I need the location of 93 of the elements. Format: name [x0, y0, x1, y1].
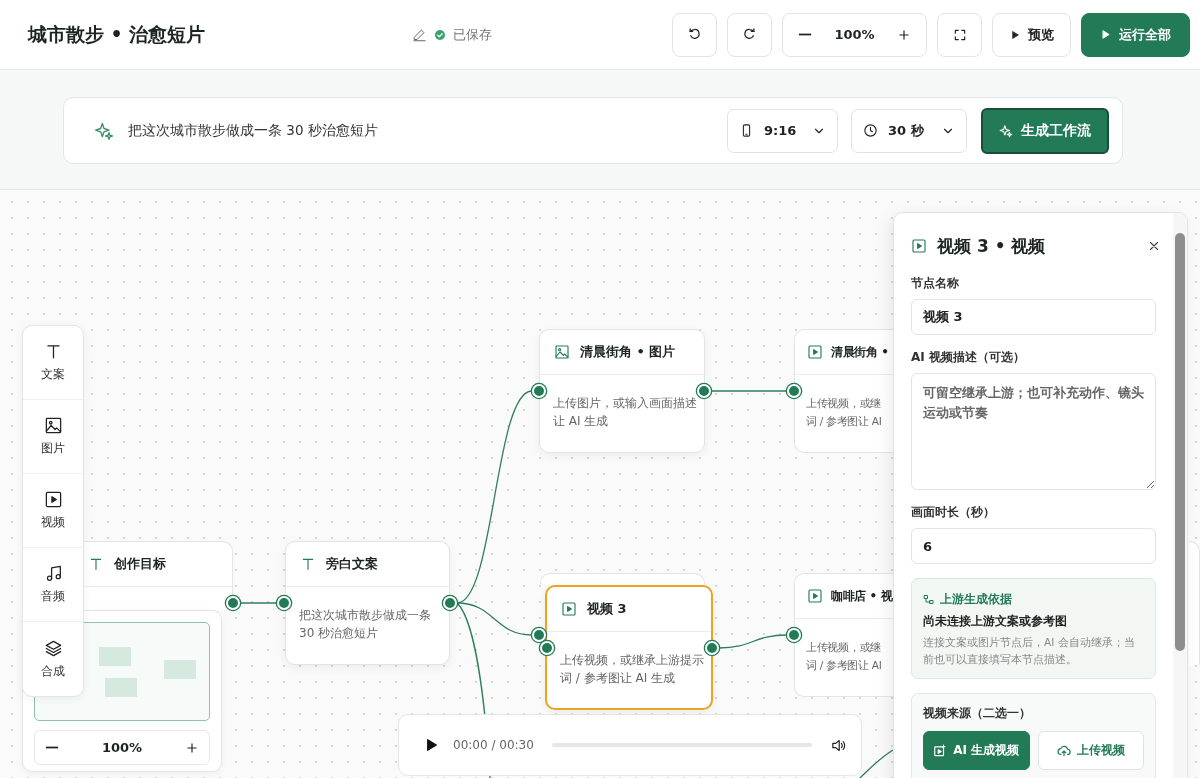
close-icon: [1147, 239, 1161, 253]
toolbox-item[interactable]: 文案: [23, 326, 83, 400]
video-play-icon: [911, 238, 927, 254]
check-circle-icon: [434, 28, 447, 41]
text-icon: [300, 556, 316, 572]
toolbox-item[interactable]: 合成: [23, 622, 83, 696]
save-status: 已保存: [453, 25, 493, 44]
upload-video-button[interactable]: 上传视频: [1037, 731, 1144, 770]
node-card[interactable]: 视频 3 上传视频，或继承上游提示 词 / 参考图让 AI 生成: [545, 585, 713, 710]
card-heading: 尚未连接上游文案或参考图: [923, 613, 1068, 630]
image-icon: [43, 416, 63, 435]
minus-icon: [798, 33, 812, 36]
node-title: 清晨街角 • 图片: [580, 343, 676, 361]
connector: [718, 634, 788, 649]
node-title: 视频 3: [587, 600, 627, 618]
scrollbar[interactable]: [1173, 213, 1187, 778]
port-handle[interactable]: [443, 596, 457, 610]
generate-workflow-button[interactable]: 生成工作流: [981, 107, 1109, 154]
description-field[interactable]: 可留空继承上游；也可补充动作、镜头运动或节奏: [911, 373, 1156, 490]
fullscreen-icon: [952, 27, 967, 42]
card-title: 视频来源（二选一）: [923, 705, 1032, 722]
node-card[interactable]: 创作目标: [83, 541, 233, 610]
minus-icon: [45, 746, 59, 749]
connector: [239, 602, 278, 604]
layers-icon: [43, 638, 63, 658]
text-icon: [88, 556, 104, 572]
video-sparkle-icon: [933, 743, 948, 758]
play-icon: [1100, 29, 1111, 40]
project-title: 城市散步 • 治愈短片: [28, 21, 207, 47]
zoom-level: 100%: [101, 740, 143, 755]
cloud-upload-icon: [1056, 743, 1071, 758]
sparkle-icon: [94, 120, 114, 141]
plus-icon: [185, 740, 199, 755]
node-description: 上传视频，或继 词 / 参考图让 AI: [805, 640, 883, 673]
port-handle[interactable]: [787, 628, 801, 642]
node-description: 上传视频，或继承上游提示 词 / 参考图让 AI 生成: [559, 652, 705, 687]
video-play-icon: [807, 344, 823, 360]
card-note: 连接文案或图片节点后，AI 会自动继承；当前也可以直接填写本节点描述。: [923, 635, 1136, 667]
toolbox-item[interactable]: 视频: [23, 474, 83, 548]
text-field[interactable]: 6: [911, 528, 1156, 564]
undo-icon: [687, 27, 702, 42]
node-title: 清晨街角 •: [831, 343, 889, 361]
play-icon: [1009, 29, 1020, 40]
port-handle[interactable]: [532, 384, 546, 398]
node-card[interactable]: 清晨街角 • 上传视频，或继 词 / 参考图让 AI: [794, 329, 893, 453]
toolbox-item[interactable]: 音频: [23, 548, 83, 622]
node-description: 上传视频，或继 词 / 参考图让 AI: [805, 396, 883, 429]
undo-button[interactable]: [672, 12, 717, 57]
panel-title: 视频 3 • 视频: [937, 234, 1047, 258]
close-button[interactable]: [1147, 239, 1161, 253]
port-handle[interactable]: [277, 596, 291, 610]
port-handle[interactable]: [787, 384, 801, 398]
preview-button[interactable]: 预览: [992, 12, 1071, 57]
port-handle[interactable]: [532, 628, 546, 642]
prompt-text[interactable]: 把这次城市散步做成一条 30 秒治愈短片: [128, 121, 378, 140]
port-handle[interactable]: [697, 384, 711, 398]
redo-icon: [742, 27, 757, 42]
node-card[interactable]: [1189, 541, 1200, 665]
redo-button[interactable]: [727, 12, 772, 57]
image-icon: [554, 344, 570, 360]
toolbox-item[interactable]: 图片: [23, 400, 83, 474]
field-label: 画面时长（秒）: [911, 504, 996, 521]
sparkle-icon: [999, 123, 1013, 138]
ai-generate-video-button[interactable]: AI 生成视频: [923, 731, 1030, 770]
zoom-level: 100%: [834, 27, 875, 42]
duration-select[interactable]: 30 秒: [851, 108, 967, 153]
video-play-icon: [561, 601, 577, 617]
clock-icon: [863, 123, 878, 138]
node-description: 把这次城市散步做成一条 30 秒治愈短片: [298, 607, 432, 642]
video-play-icon: [807, 588, 823, 604]
node-title: 旁白文案: [326, 555, 378, 573]
run-all-button[interactable]: 运行全部: [1081, 12, 1190, 57]
field-label: AI 视频描述（可选）: [911, 349, 1026, 366]
field-label: 节点名称: [911, 275, 960, 292]
node-title: 咖啡店 • 视: [831, 587, 893, 605]
node-card[interactable]: [540, 573, 705, 585]
video-play-icon: [43, 490, 63, 509]
plus-icon: [897, 27, 911, 42]
node-title: 创作目标: [114, 555, 166, 573]
port-handle[interactable]: [226, 596, 240, 610]
port-handle[interactable]: [705, 641, 719, 655]
node-card[interactable]: 咖啡店 • 视 上传视频，或继 词 / 参考图让 AI: [794, 573, 893, 697]
hierarchy-icon: [923, 593, 935, 606]
node-card[interactable]: 清晨街角 • 图片 上传图片，或输入画面描述 让 AI 生成: [539, 329, 705, 453]
card-title: 上游生成依据: [940, 591, 1012, 608]
edit-icon: [412, 27, 428, 42]
connector: [859, 749, 894, 778]
port-handle[interactable]: [540, 641, 554, 655]
text-field[interactable]: 视频 3: [911, 299, 1156, 335]
playback-time: 00:00 / 00:30: [453, 738, 534, 752]
node-card[interactable]: 旁白文案 把这次城市散步做成一条 30 秒治愈短片: [285, 541, 450, 665]
aspect-ratio-select[interactable]: 9:16: [727, 108, 838, 153]
node-description: 上传图片，或输入画面描述 让 AI 生成: [552, 395, 698, 430]
